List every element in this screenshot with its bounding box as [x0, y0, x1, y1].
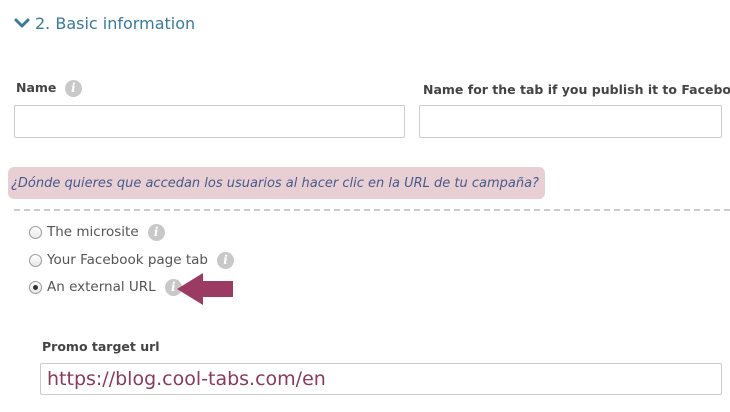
radio-option-external-url[interactable]: An external URL i	[29, 277, 182, 297]
radio-label-external-url[interactable]: An external URL	[47, 279, 156, 295]
radio-button-external-url[interactable]	[29, 280, 42, 294]
section-header-basic-information[interactable]: 2. Basic information	[14, 11, 195, 35]
radio-button-microsite[interactable]	[29, 225, 42, 239]
tab-name-label: Name for the tab if you publish it to Fa…	[423, 82, 730, 97]
info-icon[interactable]: i	[147, 223, 165, 241]
section-title: 2. Basic information	[35, 13, 196, 33]
radio-label-facebook-page-tab[interactable]: Your Facebook page tab	[47, 252, 208, 268]
promo-target-url-label: Promo target url	[42, 339, 160, 354]
chevron-down-icon	[14, 18, 30, 28]
name-label: Name	[16, 80, 57, 95]
name-input[interactable]	[14, 105, 405, 138]
destination-question-text: ¿Dónde quieres que accedan los usuarios …	[11, 175, 539, 191]
tab-name-label-group: Name for the tab if you publish it to Fa…	[423, 82, 730, 97]
info-icon[interactable]: i	[64, 80, 82, 97]
radio-option-facebook-page-tab[interactable]: Your Facebook page tab i	[29, 250, 234, 270]
divider	[14, 209, 730, 211]
radio-label-microsite[interactable]: The microsite	[47, 224, 139, 240]
radio-option-microsite[interactable]: The microsite i	[29, 222, 165, 242]
destination-question: ¿Dónde quieres que accedan los usuarios …	[8, 167, 545, 199]
arrow-left-icon	[177, 273, 233, 305]
radio-button-facebook-page-tab[interactable]	[29, 253, 42, 267]
info-icon[interactable]: i	[216, 251, 234, 269]
tab-name-input[interactable]	[419, 105, 722, 138]
name-label-group: Name i	[16, 80, 82, 97]
promo-target-url-input[interactable]	[40, 363, 722, 395]
